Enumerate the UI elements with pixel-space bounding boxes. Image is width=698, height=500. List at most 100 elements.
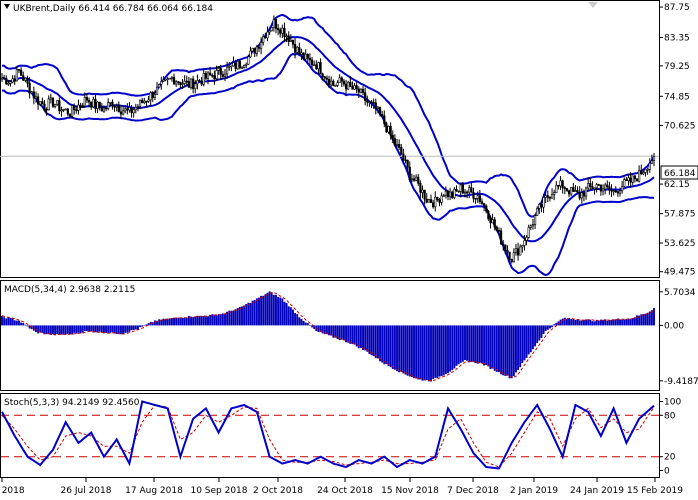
candle-body [468,187,471,193]
candle-body [49,97,52,100]
macd-bar [81,325,84,333]
candle-body [104,107,108,110]
macd-bar [204,316,207,326]
macd-bar [385,325,388,365]
candle-body [478,195,481,203]
candle-body [270,27,273,32]
macd-bar [3,317,6,326]
candle-body [87,100,91,103]
candle-body [3,77,6,80]
x-axis-tick-label: 15 Feb 2019 [627,486,683,496]
candle-body [650,160,653,164]
candle-body [338,77,341,84]
candle-body [485,205,488,212]
macd-bar [62,325,65,335]
macd-bar [13,320,16,326]
macd-bar [173,317,175,326]
candle-body [251,47,254,52]
macd-bar [455,325,458,366]
candle-body [166,78,169,80]
candle-body [427,199,430,203]
candle-body [111,101,114,107]
candle-body [274,19,278,29]
macd-bar [228,310,231,326]
macd-bar [71,325,74,335]
candle-body [325,77,329,80]
candle-body [234,62,237,70]
candle-body [332,80,335,86]
candle-body [351,86,354,90]
candle-body [175,81,178,85]
candle-body [200,80,203,85]
candle-body [434,197,437,208]
macd-bar [351,325,354,344]
macd-bar [625,318,628,326]
price-axis-tick-label: 83.35 [664,34,690,44]
candle-body [364,92,367,101]
candle-body [510,259,513,263]
candle-body [330,80,333,86]
candle-body [359,88,363,93]
candle-body [544,195,547,198]
candle-body [92,98,95,108]
candle-body [164,78,167,81]
macd-bar [523,325,526,361]
candle-body [398,144,401,148]
macd-bar [614,319,617,326]
candle-body [514,248,518,253]
candle-body [37,96,40,105]
candle-body [387,126,390,133]
candle-body [247,56,250,65]
candle-body [243,65,246,68]
candle-body [374,102,377,109]
macd-bar [32,325,35,331]
candle-body [236,61,239,70]
candle-body [136,106,140,108]
candle-body [253,47,256,54]
macd-bar [105,325,108,333]
macd-bar [540,325,543,338]
macd-bar [9,317,12,326]
macd-bar [24,324,27,326]
candle-body [90,101,93,108]
macd-bar [302,320,305,326]
macd-bar [224,313,226,326]
candle-body [644,169,647,173]
candle-body [601,188,605,192]
macd-bar [425,325,428,380]
candle-body [206,72,210,79]
candle-body [296,47,299,53]
macd-bar [300,318,303,326]
candle-body [223,73,227,77]
candle-body [553,192,556,195]
candle-body [11,78,14,83]
candle-body [45,108,48,111]
macd-bar [402,325,405,374]
candle-body [143,100,146,104]
candle-body [540,204,543,208]
macd-bar [538,325,541,341]
candle-body [404,159,407,162]
candle-body [168,77,171,80]
candle-body [529,225,532,228]
candle-body [610,189,613,192]
candle-body [459,184,462,192]
candle-body [442,195,445,197]
macd-bar [593,321,596,326]
candle-body [240,67,244,69]
candle-body [612,190,615,193]
candle-body [570,187,573,195]
macd-bar [56,325,59,334]
macd-bar [548,325,551,329]
macd-bar [217,314,220,326]
macd-bar [200,316,203,326]
macd-bar [444,325,447,375]
macd-bar [26,325,29,327]
macd-bar [281,298,284,326]
macd-bar [143,325,146,326]
candle-body [317,62,320,70]
macd-bar [54,325,57,336]
candle-body [85,97,89,101]
macd-bar [474,325,477,364]
candle-body [260,42,263,49]
